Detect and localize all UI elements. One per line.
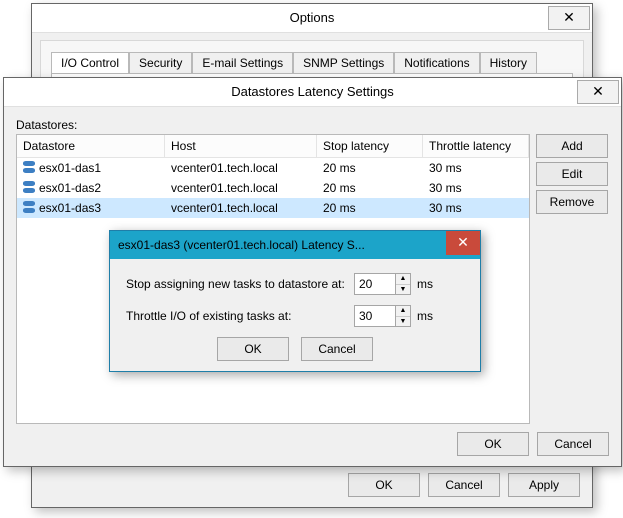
latency-title: Datastores Latency Settings [4,78,621,106]
cell-stop: 20 ms [317,201,423,215]
options-ok-button[interactable]: OK [348,473,420,497]
stop-latency-label: Stop assigning new tasks to datastore at… [126,277,354,291]
col-host[interactable]: Host [165,135,317,157]
modal-ok-button[interactable]: OK [217,337,289,361]
options-tabs: I/O Control Security E-mail Settings SNM… [51,51,537,72]
datastores-label: Datastores: [16,118,77,132]
stop-latency-unit: ms [417,277,433,291]
latency-footer-buttons: OK Cancel [457,432,609,456]
edit-latency-modal: esx01-das3 (vcenter01.tech.local) Latenc… [109,230,481,372]
remove-button[interactable]: Remove [536,190,608,214]
stop-latency-row: Stop assigning new tasks to datastore at… [126,273,464,295]
throttle-latency-spinner[interactable]: ▲ ▼ [354,305,411,327]
options-footer-buttons: OK Cancel Apply [348,473,580,497]
cell-throttle: 30 ms [423,201,529,215]
modal-cancel-button[interactable]: Cancel [301,337,373,361]
edit-button[interactable]: Edit [536,162,608,186]
tab-notifications[interactable]: Notifications [394,52,479,73]
col-stop[interactable]: Stop latency [317,135,423,157]
cell-host: vcenter01.tech.local [165,181,317,195]
tab-snmp-settings[interactable]: SNMP Settings [293,52,394,73]
cell-throttle: 30 ms [423,181,529,195]
datastore-icon [23,201,35,215]
stop-latency-input[interactable] [355,274,395,294]
latency-titlebar: Datastores Latency Settings ✕ [4,78,621,107]
tab-io-control[interactable]: I/O Control [51,52,129,73]
tab-email-settings[interactable]: E-mail Settings [192,52,293,73]
options-title: Options [32,4,592,32]
tab-security[interactable]: Security [129,52,192,73]
datastore-icon [23,161,35,175]
stop-latency-up-button[interactable]: ▲ [396,274,410,285]
cell-datastore: esx01-das2 [17,181,165,195]
throttle-latency-label: Throttle I/O of existing tasks at: [126,309,354,323]
modal-titlebar: esx01-das3 (vcenter01.tech.local) Latenc… [110,231,480,259]
cell-datastore: esx01-das1 [17,161,165,175]
cell-stop: 20 ms [317,181,423,195]
throttle-latency-down-button[interactable]: ▼ [396,317,410,327]
col-throttle[interactable]: Throttle latency [423,135,529,157]
datastore-action-buttons: Add Edit Remove [536,134,608,214]
table-header: Datastore Host Stop latency Throttle lat… [17,135,529,158]
col-datastore[interactable]: Datastore [17,135,165,157]
latency-close-button[interactable]: ✕ [577,80,619,104]
table-row[interactable]: esx01-das3 vcenter01.tech.local 20 ms 30… [17,198,529,218]
options-apply-button[interactable]: Apply [508,473,580,497]
table-row[interactable]: esx01-das2 vcenter01.tech.local 20 ms 30… [17,178,529,198]
throttle-latency-input[interactable] [355,306,395,326]
cell-host: vcenter01.tech.local [165,201,317,215]
datastore-icon [23,181,35,195]
cell-throttle: 30 ms [423,161,529,175]
tab-history[interactable]: History [480,52,537,73]
modal-body: Stop assigning new tasks to datastore at… [110,259,480,371]
cell-host: vcenter01.tech.local [165,161,317,175]
latency-ok-button[interactable]: OK [457,432,529,456]
options-titlebar: Options ✕ [32,4,592,33]
options-close-button[interactable]: ✕ [548,6,590,30]
stop-latency-spinner[interactable]: ▲ ▼ [354,273,411,295]
throttle-latency-up-button[interactable]: ▲ [396,306,410,317]
add-button[interactable]: Add [536,134,608,158]
latency-cancel-button[interactable]: Cancel [537,432,609,456]
options-cancel-button[interactable]: Cancel [428,473,500,497]
cell-datastore: esx01-das3 [17,201,165,215]
modal-footer-buttons: OK Cancel [126,337,464,361]
table-row[interactable]: esx01-das1 vcenter01.tech.local 20 ms 30… [17,158,529,178]
throttle-latency-row: Throttle I/O of existing tasks at: ▲ ▼ m… [126,305,464,327]
cell-stop: 20 ms [317,161,423,175]
throttle-latency-unit: ms [417,309,433,323]
modal-close-button[interactable]: ✕ [446,231,480,255]
modal-title: esx01-das3 (vcenter01.tech.local) Latenc… [118,231,440,259]
stop-latency-down-button[interactable]: ▼ [396,285,410,295]
